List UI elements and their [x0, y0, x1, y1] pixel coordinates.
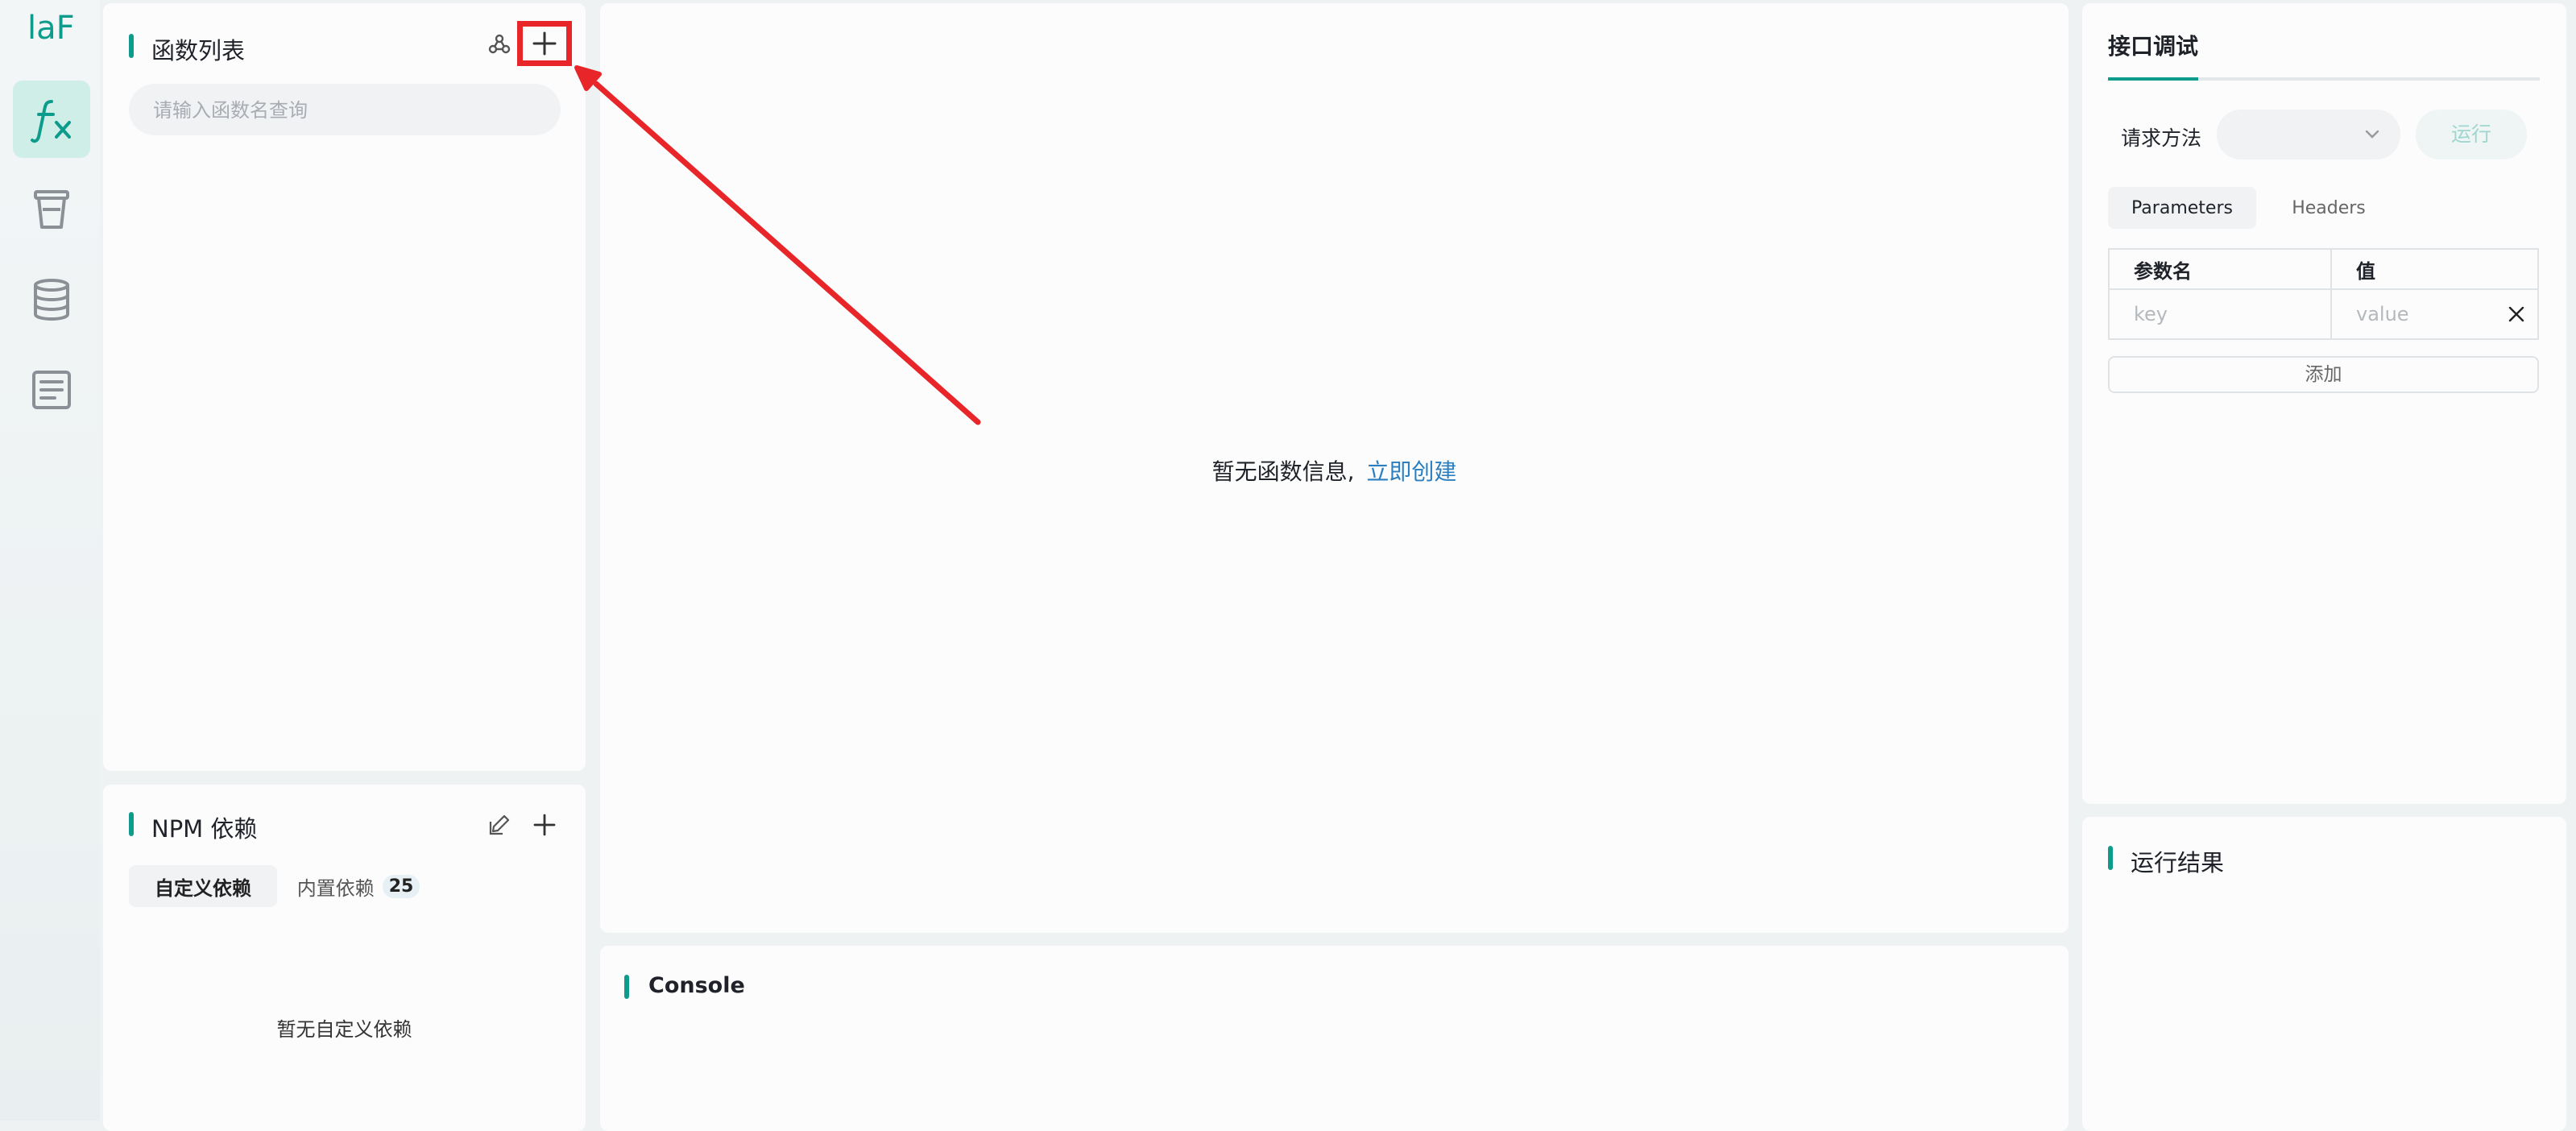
annotation-arrow [574, 65, 981, 425]
